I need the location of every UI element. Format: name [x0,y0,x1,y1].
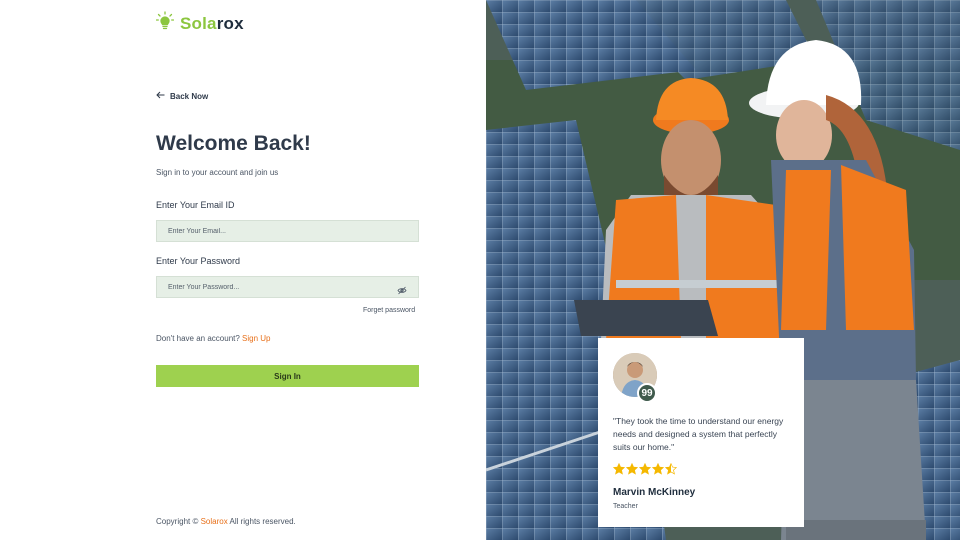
login-panel: Solarox Back Now Welcome Back! Sign in t… [0,0,486,540]
testimonial-quote: "They took the time to understand our en… [613,416,784,452]
star-icon [613,463,625,475]
no-account-text: Don't have an account? [156,334,240,343]
reviewer-name: Marvin McKinney [613,487,696,498]
email-label: Enter Your Email ID [156,200,235,210]
testimonial-card: 99 "They took the time to understand our… [598,338,804,527]
copyright-prefix: Copyright © [156,517,199,526]
copyright: Copyright © Solarox All rights reserved. [156,517,296,526]
star-icon [652,463,664,475]
password-field[interactable] [156,276,419,298]
quote-badge: 99 [637,383,657,403]
password-label: Enter Your Password [156,256,241,266]
forgot-password-link[interactable]: Forget password [363,307,415,314]
email-field[interactable] [156,220,419,242]
lightbulb-icon [155,11,175,36]
signin-button[interactable]: Sign In [156,365,419,387]
copyright-suffix: All rights reserved. [229,517,296,526]
star-icon [639,463,651,475]
copyright-brand[interactable]: Solarox [201,517,228,526]
signup-link[interactable]: Sign Up [242,334,270,343]
star-rating [613,463,677,475]
page-title: Welcome Back! [156,132,311,155]
star-icon [626,463,638,475]
back-link[interactable]: Back Now [156,91,208,101]
signup-prompt: Don't have an account? Sign Up [156,334,271,343]
star-icon [665,463,677,475]
logo[interactable]: Solarox [155,11,244,36]
eye-off-icon[interactable] [397,282,407,300]
reviewer-role: Teacher [613,503,638,510]
page-subtitle: Sign in to your account and join us [156,168,279,177]
back-label: Back Now [170,91,209,101]
arrow-left-icon [156,91,165,101]
brand-name: Solarox [180,13,244,33]
